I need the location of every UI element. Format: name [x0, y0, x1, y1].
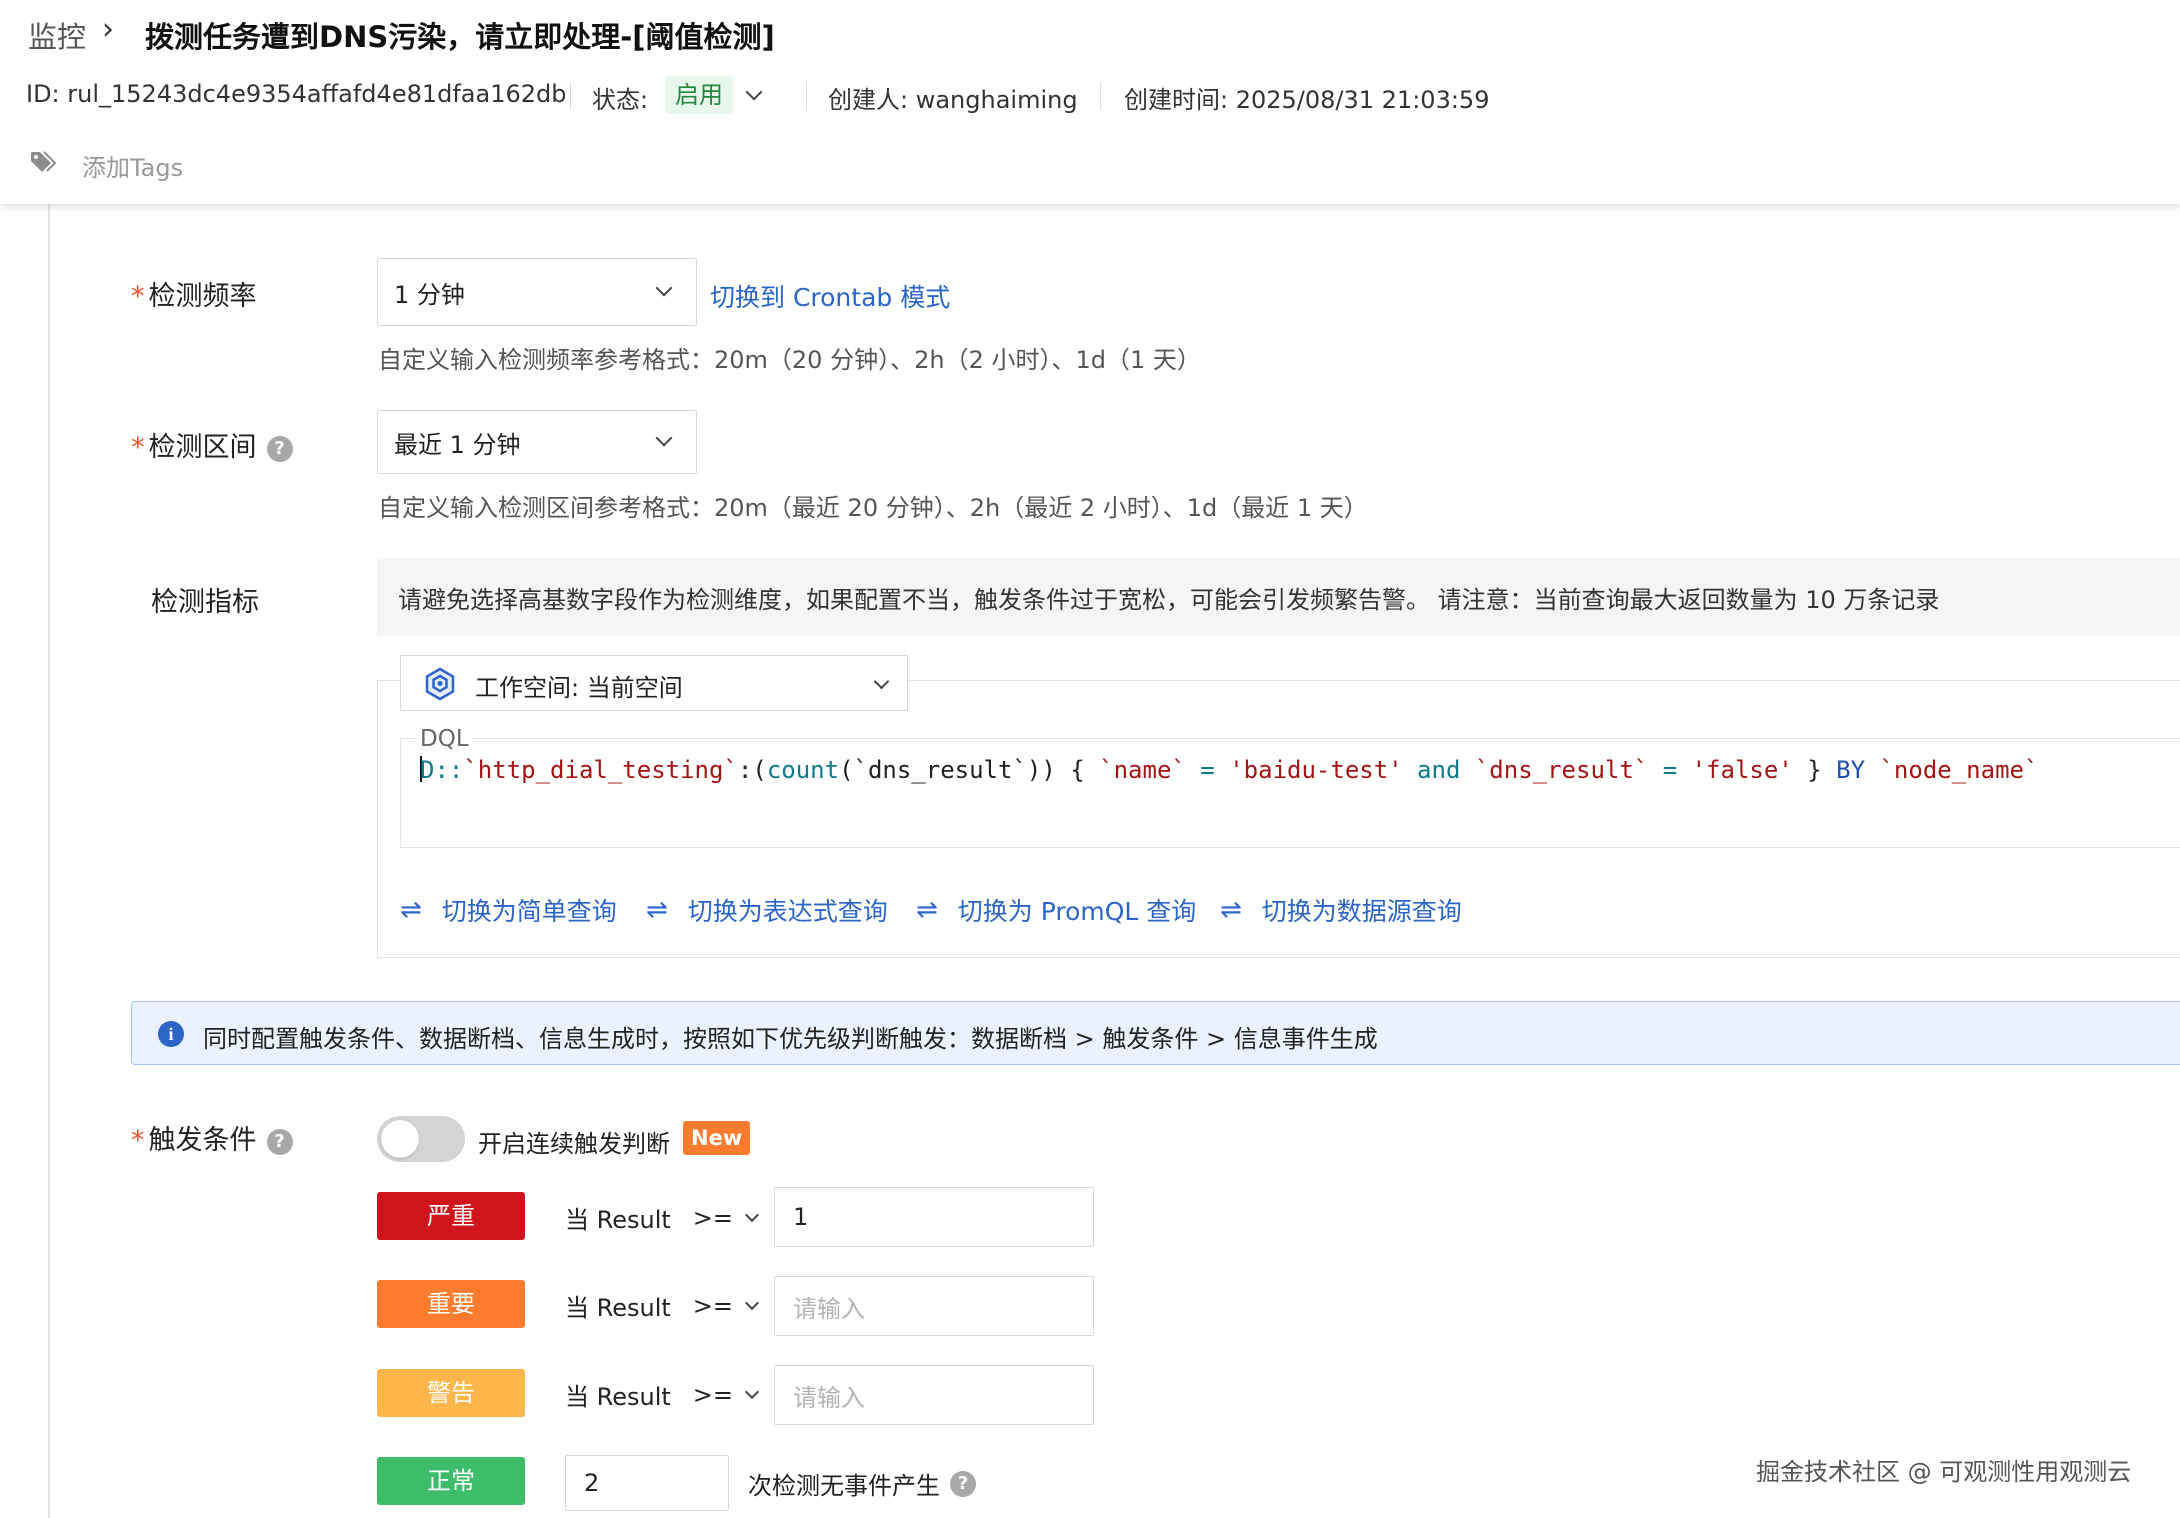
help-icon[interactable]: ?	[266, 1129, 293, 1155]
swap-icon: ⇌	[916, 895, 938, 925]
normal-count-input[interactable]: 2	[565, 1455, 729, 1511]
interval-hint: 自定义输入检测区间参考格式：20m（最近 20 分钟）、2h（最近 2 小时）、…	[378, 494, 1368, 522]
condition-critical: 当 Result >=	[565, 1200, 760, 1235]
frequency-label: * 检测频率	[131, 281, 257, 312]
condition-important: 当 Result >=	[565, 1288, 760, 1323]
normal-condition: 次检测无事件产生?	[748, 1466, 976, 1501]
metric-warning-text: 请避免选择高基数字段作为检测维度，如果配置不当，触发条件过于宽松，可能会引发频繁…	[398, 586, 1940, 614]
frequency-select[interactable]: 1 分钟	[377, 258, 697, 326]
frequency-hint: 自定义输入检测频率参考格式：20m（20 分钟）、2h（2 小时）、1d（1 天…	[378, 346, 1201, 374]
meta-divider	[806, 82, 807, 110]
trigger-label: * 触发条件?	[131, 1118, 293, 1157]
dql-label: DQL	[418, 726, 471, 752]
continuous-trigger-toggle[interactable]	[377, 1116, 465, 1162]
important-value-input[interactable]: 请输入	[774, 1276, 1094, 1336]
tag-icon[interactable]	[30, 150, 56, 174]
help-icon[interactable]: ?	[950, 1470, 976, 1497]
swap-icon: ⇌	[646, 895, 668, 925]
page-title: 拨测任务遭到DNS污染，请立即处理-[阈值检测]	[145, 20, 775, 54]
metric-label: 检测指标	[151, 587, 259, 618]
operator-select[interactable]: >=	[693, 1381, 733, 1409]
status-label: 状态:	[592, 86, 649, 114]
meta-divider	[1100, 82, 1101, 110]
chevron-down-icon[interactable]	[744, 1384, 760, 1399]
switch-simple-query[interactable]: ⇌ 切换为简单查询	[400, 892, 617, 928]
chevron-down-icon	[873, 673, 890, 690]
workspace-icon	[425, 667, 455, 701]
switch-promql-query[interactable]: ⇌ 切换为 PromQL 查询	[916, 892, 1196, 928]
page-header: 监控 › 拨测任务遭到DNS污染，请立即处理-[阈值检测] ID: rul_15…	[0, 0, 2180, 204]
dql-editor[interactable]	[400, 738, 2180, 848]
switch-expression-query[interactable]: ⇌ 切换为表达式查询	[646, 892, 888, 928]
breadcrumb-separator-icon: ›	[102, 12, 114, 47]
continuous-trigger-label: 开启连续触发判断	[478, 1130, 670, 1158]
chevron-down-icon[interactable]	[744, 1295, 760, 1310]
switch-crontab-link[interactable]: 切换到 Crontab 模式	[710, 278, 950, 314]
info-banner-text: 同时配置触发条件、数据断档、信息生成时，按照如下优先级判断触发：数据断档 > 触…	[203, 1025, 1378, 1053]
info-icon: i	[158, 1021, 184, 1047]
chevron-down-icon[interactable]	[744, 1207, 760, 1222]
swap-icon: ⇌	[400, 895, 422, 925]
add-tags-button[interactable]: 添加Tags	[82, 148, 183, 183]
severity-normal-badge: 正常	[377, 1457, 525, 1505]
severity-warning-badge: 警告	[377, 1369, 525, 1417]
toggle-knob	[381, 1120, 419, 1158]
switch-datasource-query[interactable]: ⇌ 切换为数据源查询	[1220, 892, 1462, 928]
severity-critical-badge: 严重	[377, 1192, 525, 1240]
interval-select-value: 最近 1 分钟	[394, 430, 521, 459]
operator-select[interactable]: >=	[693, 1204, 733, 1232]
severity-important-badge: 重要	[377, 1280, 525, 1328]
rule-id: ID: rul_15243dc4e9354affafd4e81dfaa162db	[26, 80, 567, 108]
creator: 创建人: wanghaiming	[828, 86, 1078, 114]
breadcrumb-root[interactable]: 监控	[28, 14, 86, 56]
step-line	[48, 204, 50, 1518]
chevron-down-icon	[655, 429, 673, 447]
workspace-select[interactable]: 工作空间: 当前空间	[400, 655, 908, 711]
condition-warning: 当 Result >=	[565, 1377, 760, 1412]
chevron-down-icon	[655, 279, 673, 297]
status-dropdown-chevron-icon[interactable]	[745, 83, 763, 101]
swap-icon: ⇌	[1220, 895, 1242, 925]
watermark: 掘金技术社区 @ 可观测性用观测云	[1756, 1458, 2132, 1486]
new-badge: New	[683, 1121, 751, 1155]
status-badge[interactable]: 启用	[665, 76, 733, 114]
operator-select[interactable]: >=	[693, 1292, 733, 1320]
interval-select[interactable]: 最近 1 分钟	[377, 410, 697, 474]
created-time: 创建时间: 2025/08/31 21:03:59	[1124, 86, 1490, 114]
help-icon[interactable]: ?	[266, 436, 293, 462]
frequency-select-value: 1 分钟	[394, 280, 465, 309]
interval-label: * 检测区间?	[131, 425, 293, 464]
dql-code[interactable]: D::`http_dial_testing`:(count(`dns_resul…	[420, 756, 2038, 784]
meta-divider	[570, 82, 571, 110]
workspace-select-value: 工作空间: 当前空间	[475, 674, 683, 702]
warning-value-input[interactable]: 请输入	[774, 1365, 1094, 1425]
critical-value-input[interactable]: 1	[774, 1187, 1094, 1247]
